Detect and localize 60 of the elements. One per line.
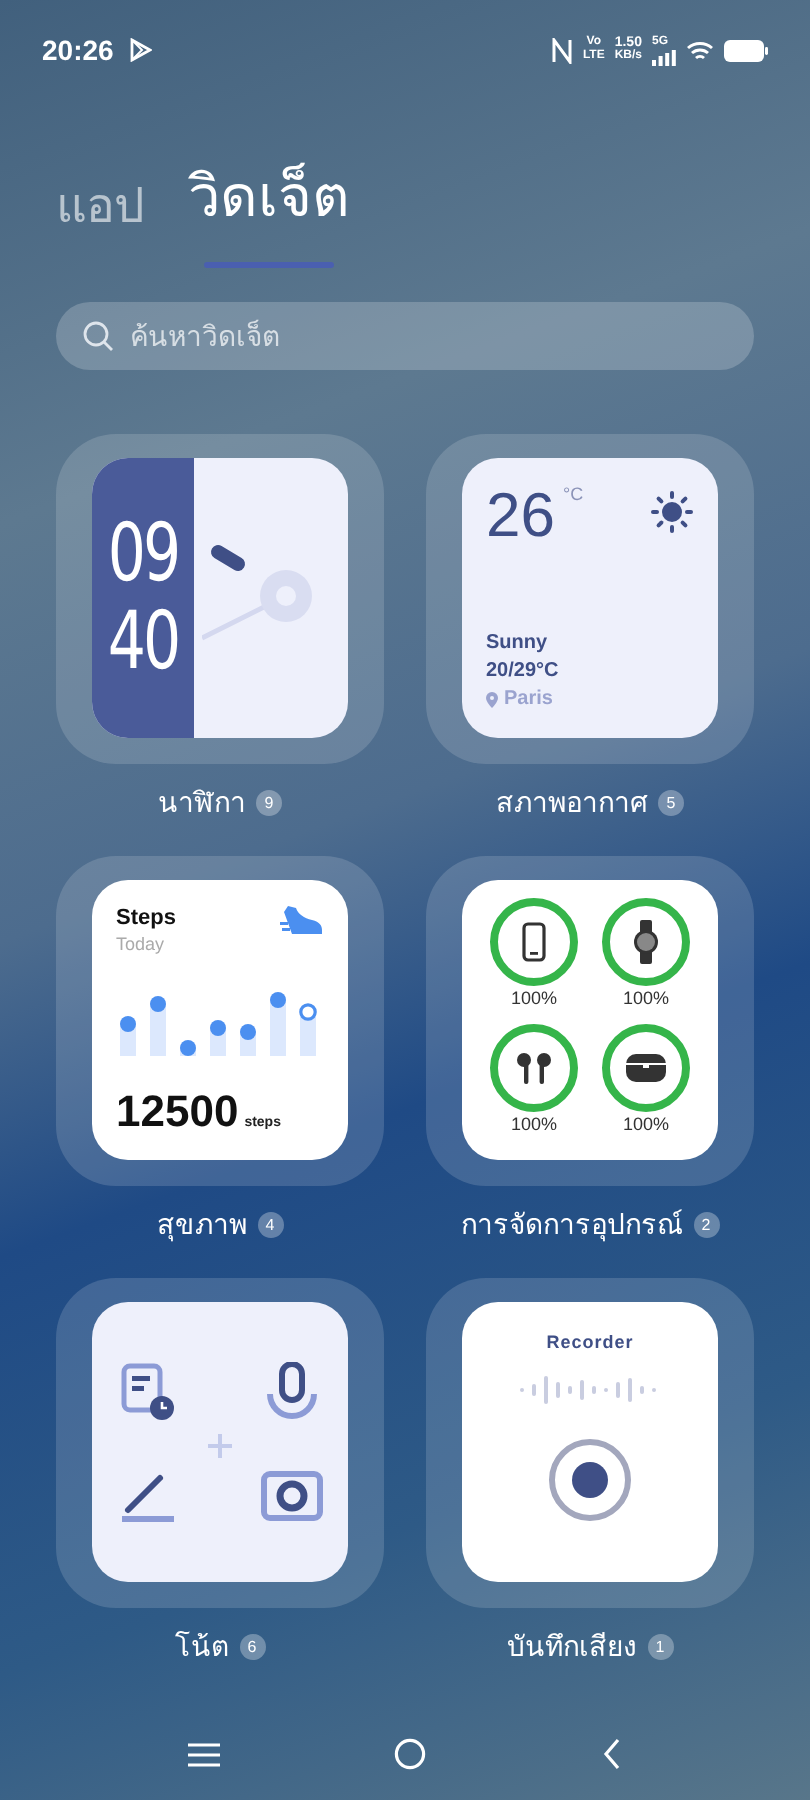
battery-reading: 100% (510, 1114, 558, 1136)
widget-label: สภาพอากาศ (496, 784, 648, 822)
widget-label: การจัดการอุปกรณ์ (461, 1206, 683, 1246)
weather-condition: Sunny (486, 630, 550, 658)
temperature-range: 20/29°C (486, 658, 561, 686)
tab[interactable]: วิดเจ็ต (188, 156, 350, 267)
temperature: 26 (486, 482, 555, 550)
steps-title: Steps (116, 904, 176, 932)
pen-icon (120, 1470, 176, 1522)
notes-widget[interactable] (92, 1302, 348, 1582)
widget-count-badge: 9 (256, 790, 282, 816)
recorder-widget[interactable]: Recorder (462, 1302, 718, 1582)
shoe-icon (280, 904, 324, 936)
widget-label: บันทึกเสียง (507, 1628, 637, 1666)
nfc-icon (552, 37, 573, 63)
battery-ring-icon (600, 1022, 692, 1114)
status-time: 20:26 (42, 31, 114, 69)
menu-icon[interactable] (187, 1741, 220, 1767)
widget-count-badge: 2 (693, 1212, 719, 1238)
play-store-icon (129, 38, 152, 62)
temperature-unit: °C (562, 482, 584, 508)
clock-minutes: 40 (107, 598, 179, 686)
city: Paris (504, 686, 553, 714)
earbuds-case-icon (624, 1052, 668, 1084)
clock-hours: 09 (107, 510, 179, 598)
battery-icon (724, 39, 768, 61)
widget-count-badge: 4 (257, 1212, 283, 1238)
widget-count-badge: 1 (647, 1634, 673, 1660)
steps-subtitle: Today (116, 932, 167, 956)
widget-label: โน้ต (175, 1628, 229, 1666)
steps-count: 12500 (116, 1088, 239, 1136)
back-icon[interactable] (602, 1738, 623, 1770)
battery-ring-icon (600, 896, 692, 988)
widget-label: นาฬิกา (158, 784, 246, 822)
phone-icon (522, 922, 546, 962)
search-icon (82, 319, 114, 351)
waveform-drawing (520, 1373, 660, 1405)
sun-icon (650, 490, 694, 534)
clock-widget[interactable]: 09 40 (92, 458, 348, 738)
battery-ring-icon (488, 1022, 580, 1114)
widget-count-badge: 5 (658, 790, 684, 816)
watch-icon (632, 920, 660, 964)
battery-reading: 100% (622, 1114, 670, 1136)
widget-count-badge: 6 (239, 1634, 265, 1660)
signal-icon (652, 49, 676, 65)
home-icon[interactable] (394, 1738, 427, 1770)
devices-widget[interactable]: 100% 100% 100% 100% (462, 880, 718, 1160)
battery-reading: 100% (622, 988, 670, 1010)
battery-reading: 100% (510, 988, 558, 1010)
camera-icon (260, 1470, 324, 1522)
wifi-icon (686, 39, 714, 61)
widget-label: สุขภาพ (157, 1206, 247, 1246)
location-pin-icon (486, 692, 498, 708)
plus-icon (208, 1434, 232, 1458)
recorder-title: Recorder (546, 1330, 634, 1356)
earbuds-icon (512, 1050, 556, 1086)
microphone-icon (264, 1362, 320, 1422)
battery-ring-icon (488, 896, 580, 988)
record-button[interactable] (548, 1437, 632, 1521)
note-clock-icon (120, 1362, 176, 1422)
